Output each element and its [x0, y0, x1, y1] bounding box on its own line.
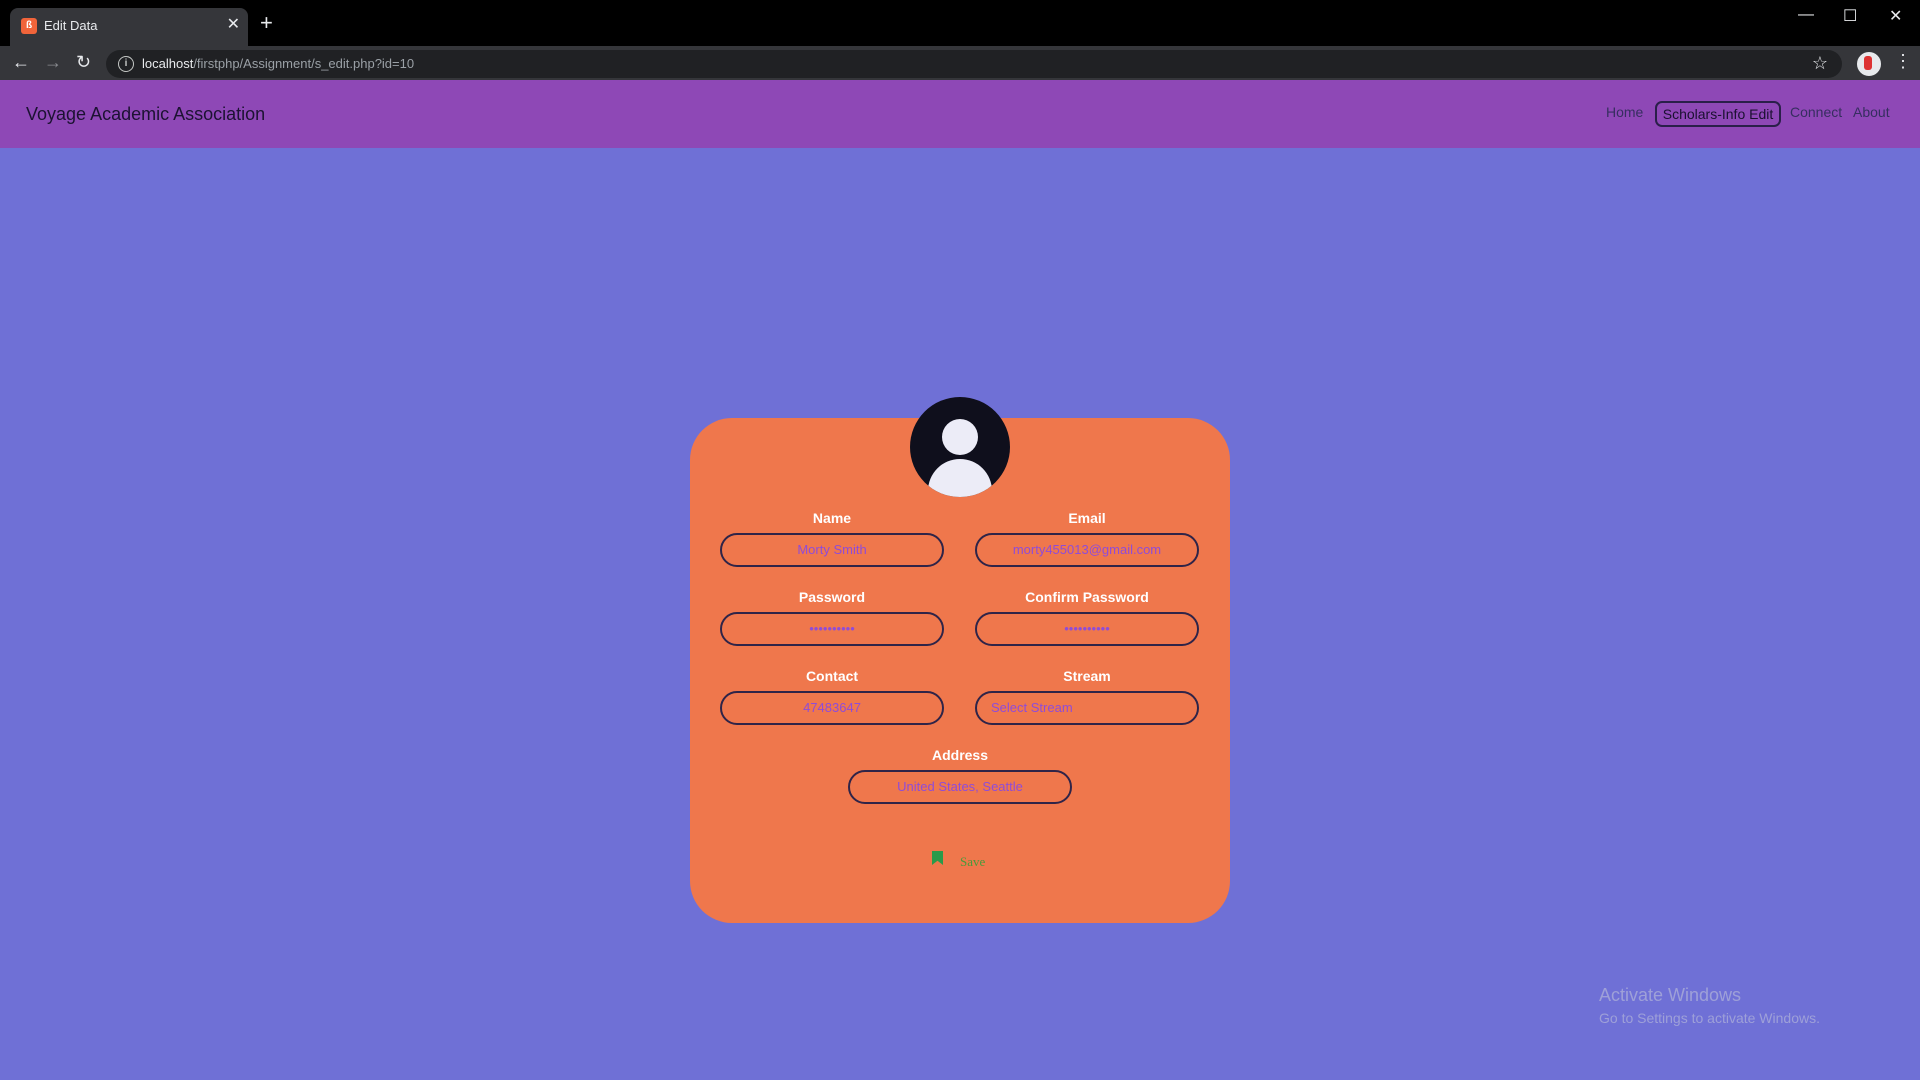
user-avatar-icon	[910, 397, 1010, 497]
bookmark-star-icon[interactable]: ☆	[1812, 53, 1828, 74]
tab-title: Edit Data	[44, 18, 98, 33]
browser-tab-strip: ß Edit Data ✕ + — ☐ ✕	[0, 0, 1920, 46]
close-tab-icon[interactable]: ✕	[227, 16, 240, 34]
nav-scholars-info-edit[interactable]: Scholars-Info Edit	[1655, 101, 1781, 127]
address-input[interactable]: United States, Seattle	[848, 770, 1072, 804]
new-tab-icon[interactable]: +	[260, 12, 273, 34]
minimize-icon[interactable]: —	[1798, 6, 1814, 24]
browser-tab[interactable]: ß Edit Data ✕	[10, 8, 248, 46]
nav-home[interactable]: Home	[1606, 104, 1643, 120]
address-label: Address	[931, 747, 989, 763]
url-text: localhost/firstphp/Assignment/s_edit.php…	[142, 56, 415, 71]
browser-menu-icon[interactable]: ⋮	[1894, 52, 1912, 70]
site-brand[interactable]: Voyage Academic Association	[26, 104, 265, 125]
reload-icon[interactable]: ↻	[76, 52, 91, 72]
nav-connect[interactable]: Connect	[1790, 104, 1842, 120]
name-input[interactable]: Morty Smith	[720, 533, 944, 567]
contact-input[interactable]: 47483647	[720, 691, 944, 725]
maximize-icon[interactable]: ☐	[1843, 6, 1857, 26]
back-icon[interactable]: ←	[12, 52, 30, 72]
confirm-password-label: Confirm Password	[1025, 589, 1149, 605]
window-close-icon[interactable]: ✕	[1889, 6, 1902, 26]
password-label: Password	[798, 589, 866, 605]
browser-toolbar: ← → ↻ i localhost/firstphp/Assignment/s_…	[0, 46, 1920, 80]
stream-select[interactable]: Select Stream	[975, 691, 1199, 725]
watermark-title: Activate Windows	[1599, 985, 1742, 1005]
contact-label: Contact	[805, 668, 859, 684]
forward-icon[interactable]: →	[44, 52, 62, 72]
email-input[interactable]: morty455013@gmail.com	[975, 533, 1199, 567]
profile-avatar-icon[interactable]	[1855, 50, 1883, 78]
address-bar[interactable]: i localhost/firstphp/Assignment/s_edit.p…	[106, 50, 1842, 78]
password-input[interactable]: ••••••••••	[720, 612, 944, 646]
site-navbar: Voyage Academic Association Home Connect…	[0, 80, 1920, 148]
stream-label: Stream	[1063, 668, 1111, 684]
name-label: Name	[812, 510, 852, 526]
activate-windows-watermark: Activate Windows Go to Settings to activ…	[1599, 985, 1820, 1026]
site-info-icon[interactable]: i	[118, 56, 134, 72]
email-label: Email	[1068, 510, 1106, 526]
save-label: Save	[960, 854, 986, 869]
xampp-favicon-icon: ß	[21, 18, 37, 34]
confirm-password-input[interactable]: ••••••••••	[975, 612, 1199, 646]
watermark-subtitle: Go to Settings to activate Windows.	[1599, 1010, 1820, 1026]
nav-about[interactable]: About	[1853, 104, 1890, 120]
